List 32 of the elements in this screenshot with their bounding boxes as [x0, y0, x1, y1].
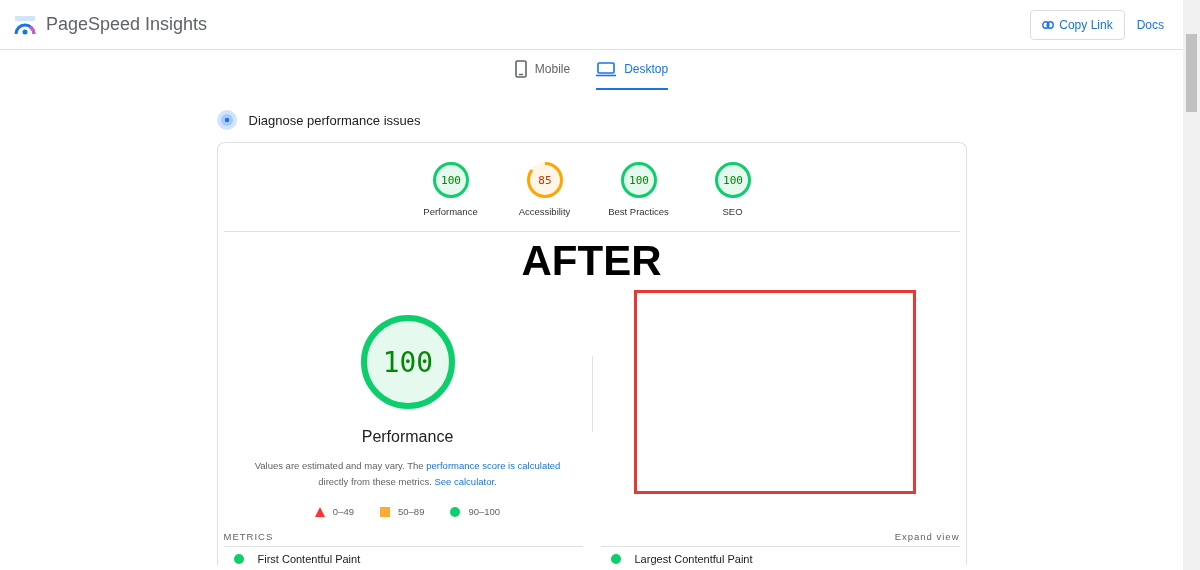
- score-value: 100: [628, 173, 649, 187]
- legend-label: 0–49: [332, 506, 354, 517]
- metric-label: First Contentful Paint: [257, 553, 361, 565]
- scrollbar-thumb[interactable]: [1186, 34, 1197, 112]
- legend-label: 90–100: [468, 506, 501, 517]
- overlay-caption: AFTER: [520, 240, 663, 282]
- legend-label: 50–89: [398, 506, 425, 517]
- section-title: Diagnose performance issues: [248, 112, 421, 128]
- category-label: Accessibility: [518, 206, 571, 217]
- score-value: 100: [382, 345, 433, 379]
- metric-label: Largest Contentful Paint: [634, 553, 753, 565]
- category-label: Performance: [423, 206, 478, 217]
- score-label: Performance: [361, 428, 454, 446]
- app-title: PageSpeed Insights: [46, 14, 209, 35]
- score-description: Values are estimated and may vary. The performance score is calculated directly from these metrics. See calculator.: [253, 459, 562, 489]
- category-label: Best Practices: [608, 206, 669, 217]
- copy-link-button[interactable]: Copy Link: [1030, 9, 1125, 40]
- calculator-link[interactable]: See calculator.: [434, 476, 497, 487]
- link-icon: [1042, 20, 1055, 29]
- gauge-icon: [216, 110, 237, 130]
- laptop-icon: [596, 61, 617, 77]
- phone-icon: [514, 60, 527, 78]
- device-tab[interactable]: Mobile: [514, 50, 571, 90]
- score-link[interactable]: performance score is calculated: [426, 460, 561, 471]
- expand-view-button[interactable]: Expand view: [894, 531, 960, 542]
- score-value: 85: [537, 173, 552, 187]
- device-tab[interactable]: Desktop: [596, 50, 669, 90]
- metrics-heading: METRICS: [223, 531, 274, 542]
- category-label: SEO: [722, 206, 743, 217]
- score-value: 100: [440, 173, 461, 187]
- score-value: 100: [722, 173, 743, 187]
- logo-icon: [14, 13, 36, 36]
